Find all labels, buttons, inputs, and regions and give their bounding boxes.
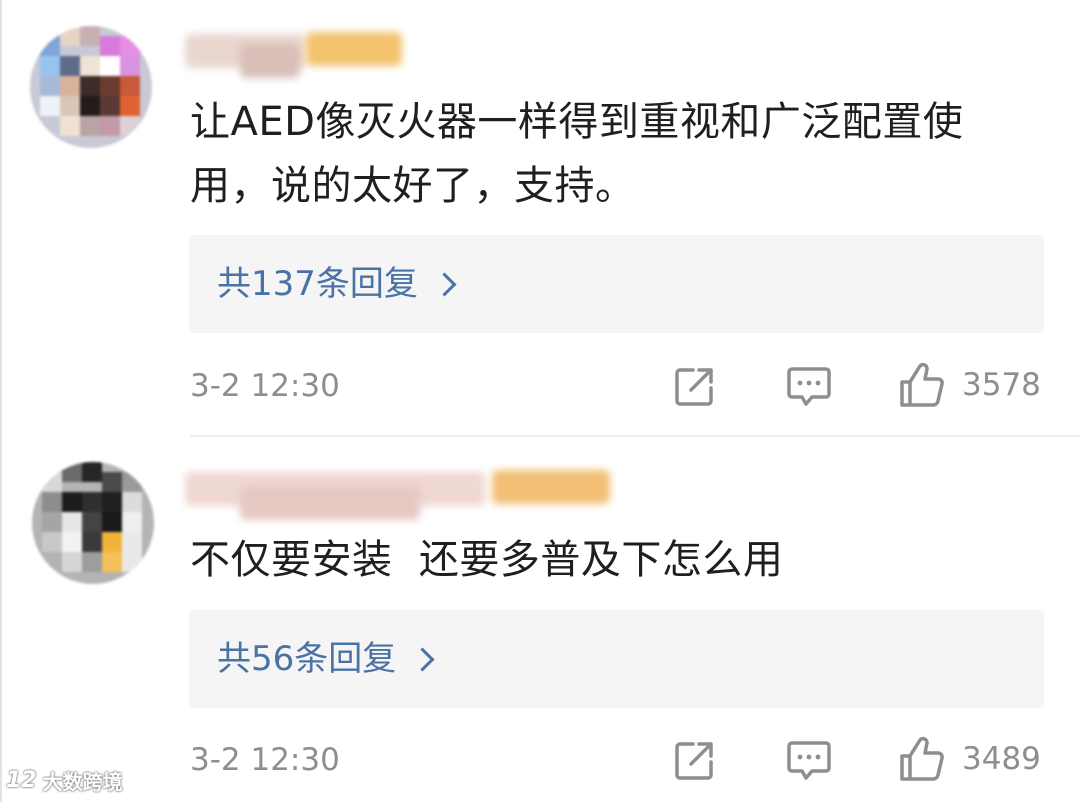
share-icon <box>673 738 717 782</box>
avatar[interactable] <box>32 462 154 584</box>
comment-item: 不仅要安装 还要多普及下怎么用 共56条回复 3-2 12:30 3489 <box>0 0 1080 802</box>
comment-button[interactable] <box>786 740 832 782</box>
like-button[interactable]: 3489 <box>898 736 1041 782</box>
replies-box[interactable]: 共56条回复 <box>189 610 1044 708</box>
watermark-text: 大数跨境 <box>42 770 123 794</box>
watermark: 12 大数跨境 <box>6 766 123 795</box>
chevron-right-icon <box>410 646 435 672</box>
thumbs-up-icon <box>898 736 946 782</box>
share-button[interactable] <box>673 738 717 782</box>
replies-link[interactable]: 共56条回复 <box>217 610 435 708</box>
like-count: 3489 <box>962 741 1041 777</box>
comment-text: 不仅要安装 还要多普及下怎么用 <box>190 537 784 583</box>
comment-timestamp: 3-2 12:30 <box>190 742 340 778</box>
comment-icon <box>786 740 832 782</box>
vip-badge-blurred <box>492 470 610 504</box>
username-blurred[interactable] <box>240 486 420 520</box>
watermark-logo-icon: 12 <box>6 768 37 793</box>
